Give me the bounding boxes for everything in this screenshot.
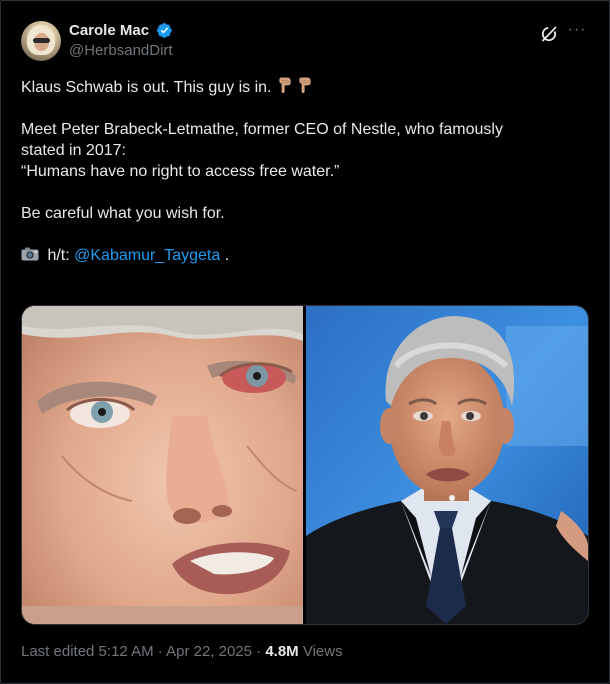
- media-photo-left[interactable]: [22, 306, 303, 624]
- author-info: Carole Mac @HerbsandDirt: [69, 22, 173, 59]
- views-count: 4.8M: [265, 643, 299, 660]
- tweet-body: Klaus Schwab is out. This guy is in. Mee…: [21, 77, 581, 266]
- tweet-line: Klaus Schwab is out. This guy is in.: [21, 79, 272, 96]
- close-up-face-photo: [22, 306, 303, 624]
- views-label: Views: [298, 643, 343, 660]
- backhand-index-pointing-down-icon: [299, 77, 312, 94]
- portrait-photo: [306, 306, 588, 624]
- verified-badge-icon: [156, 23, 172, 39]
- display-name[interactable]: Carole Mac: [69, 22, 149, 39]
- tweet-meta: Last edited 5:12 AM · Apr 22, 2025 · 4.8…: [21, 643, 343, 660]
- tweet-card: Carole Mac @HerbsandDirt ··· Klaus Schwa…: [0, 0, 610, 684]
- avatar[interactable]: [21, 21, 61, 61]
- grok-icon[interactable]: [539, 24, 559, 44]
- author-handle[interactable]: @HerbsandDirt: [69, 42, 173, 59]
- tweet-line: stated in 2017:: [21, 142, 126, 159]
- more-options-icon[interactable]: ···: [567, 22, 587, 43]
- hat-tip-suffix: .: [224, 247, 230, 264]
- media-photo-right[interactable]: [306, 306, 588, 624]
- hat-tip-label: h/t:: [47, 247, 70, 264]
- backhand-index-pointing-down-icon: [279, 77, 291, 94]
- tweet-header: Carole Mac @HerbsandDirt ···: [21, 21, 589, 63]
- edited-timestamp[interactable]: Last edited 5:12 AM · Apr 22, 2025 ·: [21, 643, 265, 660]
- tweet-line: “Humans have no right to access free wat…: [21, 163, 340, 180]
- tweet-line: Be careful what you wish for.: [21, 205, 225, 222]
- media-grid: [21, 305, 589, 625]
- mention-link[interactable]: @Kabamur_Taygeta: [74, 247, 220, 264]
- tweet-line: Meet Peter Brabeck-Letmathe, former CEO …: [21, 121, 503, 138]
- camera-icon: [21, 247, 39, 261]
